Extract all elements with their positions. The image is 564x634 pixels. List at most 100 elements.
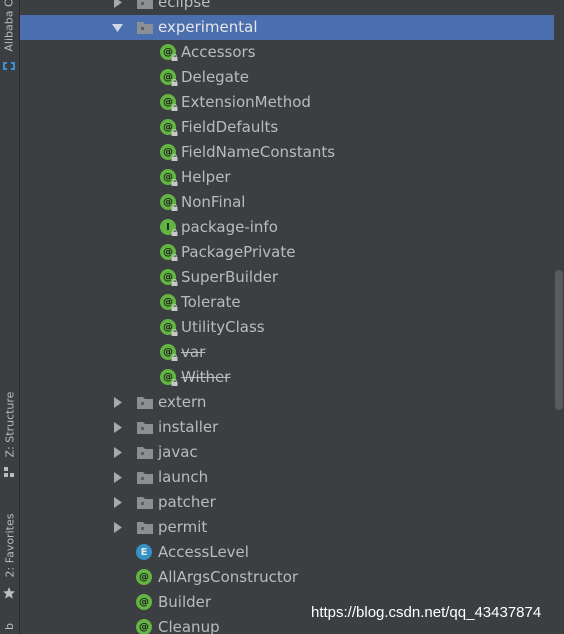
package-folder-icon xyxy=(137,522,153,534)
package-folder-icon xyxy=(137,422,153,434)
annotation-icon: @ xyxy=(136,594,152,610)
tree-row-label: experimental xyxy=(158,18,258,36)
tree-row-patcher[interactable]: patcher xyxy=(20,490,554,515)
lock-icon xyxy=(171,254,178,261)
tree-row-label: Builder xyxy=(158,593,212,611)
tree-row-label: installer xyxy=(158,418,219,436)
lock-icon xyxy=(171,179,178,186)
tree-row-packageprivate[interactable]: @ PackagePrivate xyxy=(20,240,554,265)
left-tool-window-strip: Alibaba C Z: Structure 2: Favorites b xyxy=(0,0,20,634)
tree-row-extern[interactable]: extern xyxy=(20,390,554,415)
tree-row-label: SuperBuilder xyxy=(181,268,278,286)
chevron-right-icon[interactable] xyxy=(112,422,123,433)
tree-row-label: Wither xyxy=(181,368,231,386)
tree-row-javac[interactable]: javac xyxy=(20,440,554,465)
package-folder-icon xyxy=(137,447,153,459)
tree-row-label: NonFinal xyxy=(181,193,246,211)
lock-icon xyxy=(171,279,178,286)
structure-icon[interactable] xyxy=(2,466,16,478)
lock-icon xyxy=(171,354,178,361)
chevron-right-icon[interactable] xyxy=(112,497,123,508)
tree-row-label: Accessors xyxy=(181,43,256,61)
package-folder-icon xyxy=(137,397,153,409)
tree-row-label: eclipse xyxy=(158,0,211,11)
tree-row-label: FieldNameConstants xyxy=(181,143,336,161)
enum-icon: E xyxy=(136,544,152,560)
tree-row-label: patcher xyxy=(158,493,216,511)
watermark-url: https://blog.csdn.net/qq_43437874 xyxy=(311,604,542,621)
tree-row-label: PackagePrivate xyxy=(181,243,296,261)
lock-icon xyxy=(171,104,178,111)
tree-row-label: FieldDefaults xyxy=(181,118,279,136)
tree-row-label: package-info xyxy=(181,218,278,236)
lock-icon xyxy=(171,304,178,311)
vertical-scrollbar[interactable] xyxy=(554,0,564,634)
tree-row-eclipse[interactable]: eclipse xyxy=(20,0,554,15)
annotation-icon: @ xyxy=(136,619,152,634)
chevron-right-icon[interactable] xyxy=(112,522,123,533)
tree-row-label: AllArgsConstructor xyxy=(158,568,299,586)
alibaba-cloud-tab-label: Alibaba C xyxy=(3,0,17,52)
chevron-down-icon[interactable] xyxy=(112,22,123,33)
chevron-right-icon[interactable] xyxy=(112,0,123,8)
tree-row-experimental[interactable]: experimental xyxy=(20,15,554,40)
tree-row-label: Delegate xyxy=(181,68,249,86)
tree-row-label: launch xyxy=(158,468,209,486)
lock-icon xyxy=(171,329,178,336)
tree-row-permit[interactable]: permit xyxy=(20,515,554,540)
scrollbar-thumb[interactable] xyxy=(555,270,563,410)
tree-row-nonfinal[interactable]: @ NonFinal xyxy=(20,190,554,215)
tree-row-label: extern xyxy=(158,393,207,411)
tree-row-label: permit xyxy=(158,518,208,536)
tree-row-label: Tolerate xyxy=(181,293,241,311)
tree-row-package-info[interactable]: Ipackage-info xyxy=(20,215,554,240)
bottom-tab[interactable]: b xyxy=(0,618,19,634)
tree-row-accesslevel[interactable]: E AccessLevel xyxy=(20,540,554,565)
tree-row-var[interactable]: @ var xyxy=(20,340,554,365)
chevron-right-icon[interactable] xyxy=(112,397,123,408)
favorites-tab[interactable]: 2: Favorites xyxy=(0,505,19,585)
tree-row-launch[interactable]: launch xyxy=(20,465,554,490)
tree-row-utilityclass[interactable]: @ UtilityClass xyxy=(20,315,554,340)
tree-row-label: UtilityClass xyxy=(181,318,265,336)
tree-row-superbuilder[interactable]: @ SuperBuilder xyxy=(20,265,554,290)
chevron-right-icon[interactable] xyxy=(112,447,123,458)
favorites-tab-label: 2: Favorites xyxy=(3,513,17,577)
tree-row-label: ExtensionMethod xyxy=(181,93,311,111)
lock-icon xyxy=(171,154,178,161)
lock-icon xyxy=(171,54,178,61)
structure-tab-label: Z: Structure xyxy=(3,391,17,457)
tree-row-label: Cleanup xyxy=(158,618,220,634)
package-folder-icon xyxy=(137,497,153,509)
tree-row-label: AccessLevel xyxy=(158,543,249,561)
alibaba-cloud-icon[interactable] xyxy=(2,60,16,72)
tree-row-installer[interactable]: installer xyxy=(20,415,554,440)
tree-row-delegate[interactable]: @ Delegate xyxy=(20,65,554,90)
chevron-right-icon[interactable] xyxy=(112,472,123,483)
lock-icon xyxy=(171,204,178,211)
favorites-star-icon[interactable] xyxy=(2,586,16,600)
lock-icon xyxy=(171,129,178,136)
bottom-tab-label: b xyxy=(2,622,16,630)
lock-icon xyxy=(171,379,178,386)
lock-icon xyxy=(171,229,178,236)
annotation-icon: @ xyxy=(136,569,152,585)
lock-icon xyxy=(171,79,178,86)
tree-row-extensionmethod[interactable]: @ ExtensionMethod xyxy=(20,90,554,115)
tree-row-label: var xyxy=(181,343,206,361)
tree-row-label: Helper xyxy=(181,168,231,186)
tree-row-label: javac xyxy=(158,443,198,461)
tree-row-helper[interactable]: @ Helper xyxy=(20,165,554,190)
tree-row-wither[interactable]: @ Wither xyxy=(20,365,554,390)
project-tree[interactable]: eclipse experimental @ Accessors @ Delegate @ E… xyxy=(20,0,554,634)
alibaba-cloud-tab[interactable]: Alibaba C xyxy=(0,0,19,52)
tree-row-accessors[interactable]: @ Accessors xyxy=(20,40,554,65)
tree-row-fielddefaults[interactable]: @ FieldDefaults xyxy=(20,115,554,140)
tree-row-fieldnameconstants[interactable]: @ FieldNameConstants xyxy=(20,140,554,165)
tree-row-allargsconstructor[interactable]: @ AllArgsConstructor xyxy=(20,565,554,590)
package-folder-icon xyxy=(137,0,153,9)
structure-tab[interactable]: Z: Structure xyxy=(0,385,19,463)
package-folder-icon xyxy=(137,22,153,34)
tree-row-tolerate[interactable]: @ Tolerate xyxy=(20,290,554,315)
package-folder-icon xyxy=(137,472,153,484)
